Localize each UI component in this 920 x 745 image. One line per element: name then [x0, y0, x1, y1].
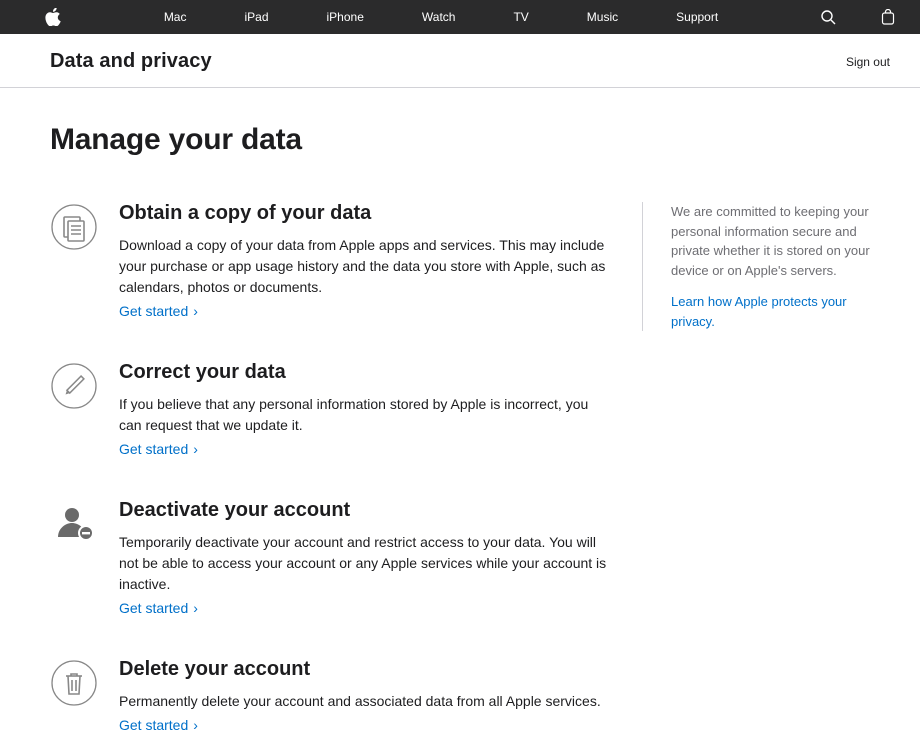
- global-nav-actions: [821, 9, 895, 25]
- action-obtain: Obtain a copy of your data Download a co…: [50, 202, 612, 321]
- action-correct-desc: If you believe that any personal informa…: [119, 394, 612, 436]
- main-column: Obtain a copy of your data Download a co…: [50, 202, 642, 735]
- action-delete-title: Delete your account: [119, 658, 612, 681]
- nav-item-ipad[interactable]: iPad: [215, 10, 297, 24]
- action-deactivate: Deactivate your account Temporarily deac…: [50, 499, 612, 618]
- action-deactivate-desc: Temporarily deactivate your account and …: [119, 532, 612, 595]
- action-delete: Delete your account Permanently delete y…: [50, 658, 612, 735]
- nav-item-support[interactable]: Support: [647, 10, 747, 24]
- action-correct: Correct your data If you believe that an…: [50, 361, 612, 459]
- action-obtain-desc: Download a copy of your data from Apple …: [119, 235, 612, 298]
- document-icon: [50, 202, 97, 250]
- nav-item-watch[interactable]: Watch: [393, 10, 485, 24]
- trash-icon: [50, 658, 97, 706]
- columns: Obtain a copy of your data Download a co…: [50, 202, 890, 735]
- action-correct-title: Correct your data: [119, 361, 612, 384]
- action-obtain-cta[interactable]: Get started: [119, 303, 198, 319]
- privacy-blurb: We are committed to keeping your persona…: [671, 202, 890, 280]
- pencil-icon: [50, 361, 97, 409]
- sign-out-link[interactable]: Sign out: [846, 55, 890, 69]
- privacy-learn-link[interactable]: Learn how Apple protects your privacy.: [671, 292, 890, 331]
- global-nav-links: Mac iPad iPhone Watch TV Music Support: [61, 10, 821, 24]
- nav-item-mac[interactable]: Mac: [135, 10, 216, 24]
- nav-item-iphone[interactable]: iPhone: [298, 10, 393, 24]
- global-nav: Mac iPad iPhone Watch TV Music Support: [0, 0, 920, 34]
- user-minus-icon: [50, 499, 97, 547]
- action-deactivate-cta[interactable]: Get started: [119, 600, 198, 616]
- apple-logo-icon[interactable]: [45, 8, 61, 26]
- action-obtain-title: Obtain a copy of your data: [119, 202, 612, 225]
- side-column: We are committed to keeping your persona…: [642, 202, 890, 331]
- bag-icon[interactable]: [881, 9, 895, 25]
- nav-item-tv[interactable]: TV: [484, 10, 557, 24]
- search-icon[interactable]: [821, 10, 836, 25]
- action-deactivate-title: Deactivate your account: [119, 499, 612, 522]
- action-delete-cta[interactable]: Get started: [119, 717, 198, 733]
- action-correct-cta[interactable]: Get started: [119, 441, 198, 457]
- sub-header-title: Data and privacy: [50, 50, 212, 73]
- page-title: Manage your data: [50, 123, 890, 157]
- page-content: Manage your data Obtain a copy of: [0, 88, 920, 745]
- sub-header: Data and privacy Sign out: [0, 34, 920, 88]
- action-delete-desc: Permanently delete your account and asso…: [119, 691, 612, 712]
- nav-item-music[interactable]: Music: [558, 10, 647, 24]
